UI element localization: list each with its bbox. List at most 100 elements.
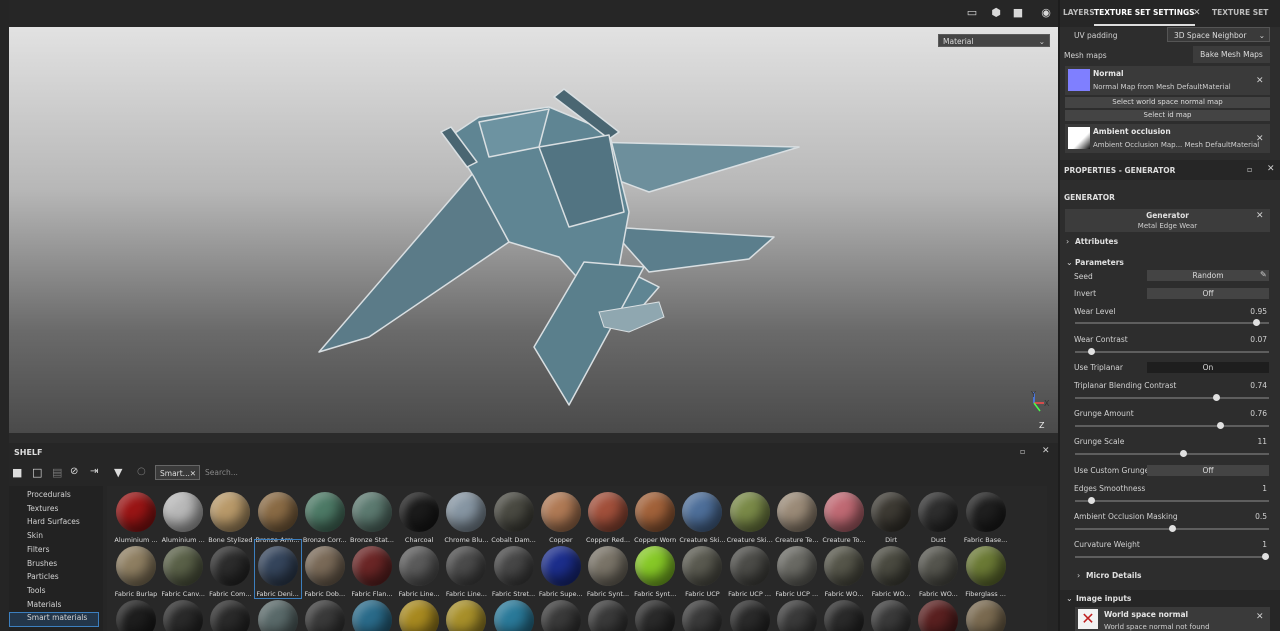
material-thumbnail[interactable]: Creature To... [821,486,867,544]
material-thumbnail[interactable] [302,594,348,631]
use-triplanar-toggle[interactable]: On [1147,362,1269,373]
ao-masking-value[interactable]: 0.5 [1230,512,1267,521]
3d-viewport[interactable]: Y X Z [9,27,1058,433]
material-thumbnail[interactable]: Fabric WO... [915,540,961,598]
save-icon[interactable]: ▤ [52,466,62,479]
material-thumbnail[interactable] [113,594,159,631]
material-thumbnail[interactable] [349,594,395,631]
material-thumbnail[interactable]: Fabric Base... [963,486,1009,544]
material-thumbnail[interactable] [396,594,442,631]
material-thumbnail[interactable]: Aluminium ... [160,486,206,544]
material-thumbnail[interactable]: Fabric Line... [443,540,489,598]
tab-layers[interactable]: LAYERS [1063,0,1095,26]
material-thumbnail[interactable]: Bronze Stat... [349,486,395,544]
close-icon[interactable]: ✕ [1256,76,1264,86]
close-icon[interactable]: ✕ [1256,134,1264,144]
material-thumbnail[interactable]: Chrome Blu... [443,486,489,544]
use-custom-grunge-toggle[interactable]: Off [1147,465,1269,476]
material-thumbnail[interactable]: Fabric Stret... [491,540,537,598]
material-thumbnail[interactable]: Fabric Synt... [585,540,631,598]
close-icon[interactable]: ✕ [1267,164,1275,174]
ao-masking-slider[interactable] [1075,525,1269,532]
material-thumbnail[interactable] [255,594,301,631]
hide-icon[interactable]: ⊘ [70,466,78,477]
wear-contrast-slider[interactable] [1075,348,1269,355]
material-thumbnail[interactable] [207,594,253,631]
refresh-icon[interactable]: ○ [137,466,146,477]
material-thumbnail[interactable]: Charcoal [396,486,442,544]
invert-toggle[interactable]: Off [1147,288,1269,299]
slider-knob[interactable] [1168,525,1176,532]
material-thumbnail[interactable] [915,594,961,631]
import-icon[interactable]: ⇥ [90,466,98,477]
chevron-right-icon[interactable]: › [1077,571,1080,580]
material-thumbnail[interactable] [443,594,489,631]
triplanar-blending-value[interactable]: 0.74 [1230,381,1267,390]
viewport-mode-dropdown[interactable]: Material ⌄ [938,34,1050,47]
material-thumbnail[interactable] [160,594,206,631]
wear-level-slider[interactable] [1075,319,1269,326]
shelf-category-item[interactable]: Hard Surfaces [27,517,80,526]
material-thumbnail[interactable]: Creature Ski... [727,486,773,544]
edit-icon[interactable]: ✎ [1260,270,1267,279]
material-thumbnail[interactable]: Bone Stylized [207,486,253,544]
filter-chip[interactable]: Smart... ✕ [155,465,200,480]
material-thumbnail[interactable]: Bronze Arm... [255,486,301,544]
shelf-category-item[interactable]: Textures [27,504,58,513]
select-id-map-button[interactable]: Select id map [1065,110,1270,121]
grunge-scale-value[interactable]: 11 [1230,437,1267,446]
material-thumbnail[interactable] [538,594,584,631]
cube-view-icon[interactable]: ⬢ [989,6,1003,20]
material-thumbnail[interactable]: Fabric UCP [679,540,725,598]
material-thumbnail[interactable]: Fabric Supe... [538,540,584,598]
material-thumbnail[interactable]: Dirt [868,486,914,544]
chevron-down-icon[interactable]: ⌄ [1066,258,1073,267]
shelf-category-item[interactable]: Materials [27,600,61,609]
material-thumbnail[interactable] [727,594,773,631]
material-thumbnail[interactable] [774,594,820,631]
undock-icon[interactable]: ▫ [1020,447,1025,456]
material-thumbnail[interactable]: Fiberglass ... [963,540,1009,598]
wear-level-value[interactable]: 0.95 [1230,307,1267,316]
slider-knob[interactable] [1262,553,1269,560]
edges-smoothness-slider[interactable] [1075,497,1269,504]
close-icon[interactable]: ✕ [190,466,196,481]
image-inputs-section[interactable]: Image inputs [1076,594,1131,603]
close-icon[interactable]: ✕ [1256,211,1264,221]
material-thumbnail[interactable]: Fabric UCP ... [774,540,820,598]
curvature-weight-slider[interactable] [1075,553,1269,560]
material-thumbnail[interactable]: Fabric Burlap [113,540,159,598]
material-thumbnail[interactable]: Fabric WO... [868,540,914,598]
tab-texture-set-list[interactable]: TEXTURE SET LIST [1212,0,1280,43]
chevron-right-icon[interactable]: › [1066,237,1069,246]
search-input[interactable]: Search... [205,465,1025,480]
seed-random-button[interactable]: Random [1147,270,1269,281]
screenshot-icon[interactable]: ◉ [1039,6,1053,20]
material-thumbnail[interactable]: Copper Red... [585,486,631,544]
close-icon[interactable]: ✕ [1042,446,1050,456]
shelf-category-item[interactable]: Procedurals [27,490,71,499]
select-world-space-normal-button[interactable]: Select world space normal map [1065,97,1270,108]
material-thumbnail[interactable]: Fabric Line... [396,540,442,598]
frame-icon[interactable]: ▭ [965,6,979,20]
new-file-icon[interactable]: □ [32,466,42,479]
material-thumbnail[interactable]: Fabric Flan... [349,540,395,598]
material-thumbnail[interactable]: Copper Worn [632,486,678,544]
material-thumbnail[interactable]: Dust [915,486,961,544]
material-thumbnail[interactable] [585,594,631,631]
bake-mesh-maps-button[interactable]: Bake Mesh Maps [1193,46,1270,63]
material-thumbnail[interactable]: Cobalt Dam... [491,486,537,544]
folder-icon[interactable]: ■ [12,466,22,479]
shelf-category-item[interactable]: Brushes [27,559,57,568]
material-thumbnail[interactable] [632,594,678,631]
filter-icon[interactable]: ▼ [114,466,122,479]
material-thumbnail[interactable]: Creature Te... [774,486,820,544]
parameters-section[interactable]: Parameters [1075,258,1124,267]
chevron-down-icon[interactable]: ⌄ [1066,594,1073,603]
triplanar-blending-slider[interactable] [1075,394,1269,401]
material-thumbnail[interactable]: Fabric Dob... [302,540,348,598]
material-thumbnail[interactable] [679,594,725,631]
material-thumbnail[interactable] [963,594,1009,631]
shelf-category-item[interactable]: Particles [27,572,59,581]
material-thumbnail[interactable]: Fabric WO... [821,540,867,598]
